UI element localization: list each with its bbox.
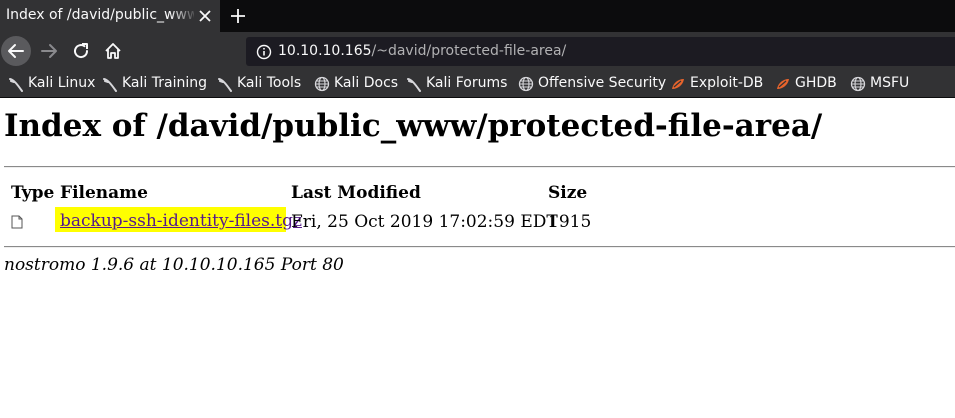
kali-dragon-icon	[407, 78, 421, 92]
page-title: Index of /david/public_www/protected-fil…	[4, 108, 823, 144]
url-path: /~david/protected-file-area/	[371, 43, 567, 59]
home-icon[interactable]	[99, 37, 127, 65]
file-size: 1915	[548, 212, 592, 232]
back-button[interactable]	[1, 36, 31, 66]
reload-icon[interactable]	[67, 37, 95, 65]
file-last-modified: Fri, 25 Oct 2019 17:02:59 EDT	[291, 212, 558, 232]
exploit-db-icon	[672, 79, 684, 89]
site-info-icon[interactable]	[256, 44, 272, 60]
kali-dragon-icon	[218, 78, 232, 92]
tab-title: Index of /david/public_www/protected-fil…	[6, 7, 194, 23]
url-text[interactable]: 10.10.10.165/~david/protected-file-area/	[278, 43, 566, 59]
globe-icon	[314, 76, 330, 92]
bookmarks-toolbar: Kali Linux Kali Training Kali Tools Kali…	[0, 71, 955, 98]
column-header-size: Size	[548, 183, 588, 203]
column-header-type: Type	[11, 183, 55, 203]
kali-dragon-icon	[9, 78, 23, 92]
page-content: Index of /david/public_www/protected-fil…	[0, 98, 955, 418]
column-header-last-modified: Last Modified	[291, 183, 421, 203]
server-signature: nostromo 1.9.6 at 10.10.10.165 Port 80	[4, 255, 344, 275]
divider-top	[4, 166, 955, 168]
nav-toolbar: 10.10.10.165/~david/protected-file-area/	[0, 32, 955, 71]
url-host: 10.10.10.165	[278, 43, 372, 59]
globe-icon	[518, 76, 534, 92]
globe-icon	[850, 76, 866, 92]
divider-bottom	[4, 246, 955, 248]
column-header-filename: Filename	[60, 183, 148, 203]
kali-dragon-icon	[103, 78, 117, 92]
exploit-db-icon	[777, 79, 789, 89]
url-bar[interactable]: 10.10.10.165/~david/protected-file-area/	[246, 37, 955, 66]
new-tab-icon[interactable]	[226, 4, 250, 28]
forward-arrow-icon[interactable]	[35, 37, 63, 65]
tab-bar: Index of /david/public_www/protected-fil…	[0, 0, 955, 32]
close-tab-icon[interactable]	[196, 6, 214, 26]
back-arrow-icon	[8, 44, 24, 58]
file-link-backup[interactable]: backup-ssh-identity-files.tgz	[60, 211, 302, 231]
active-tab[interactable]: Index of /david/public_www/protected-fil…	[0, 0, 220, 32]
file-icon	[11, 215, 23, 229]
